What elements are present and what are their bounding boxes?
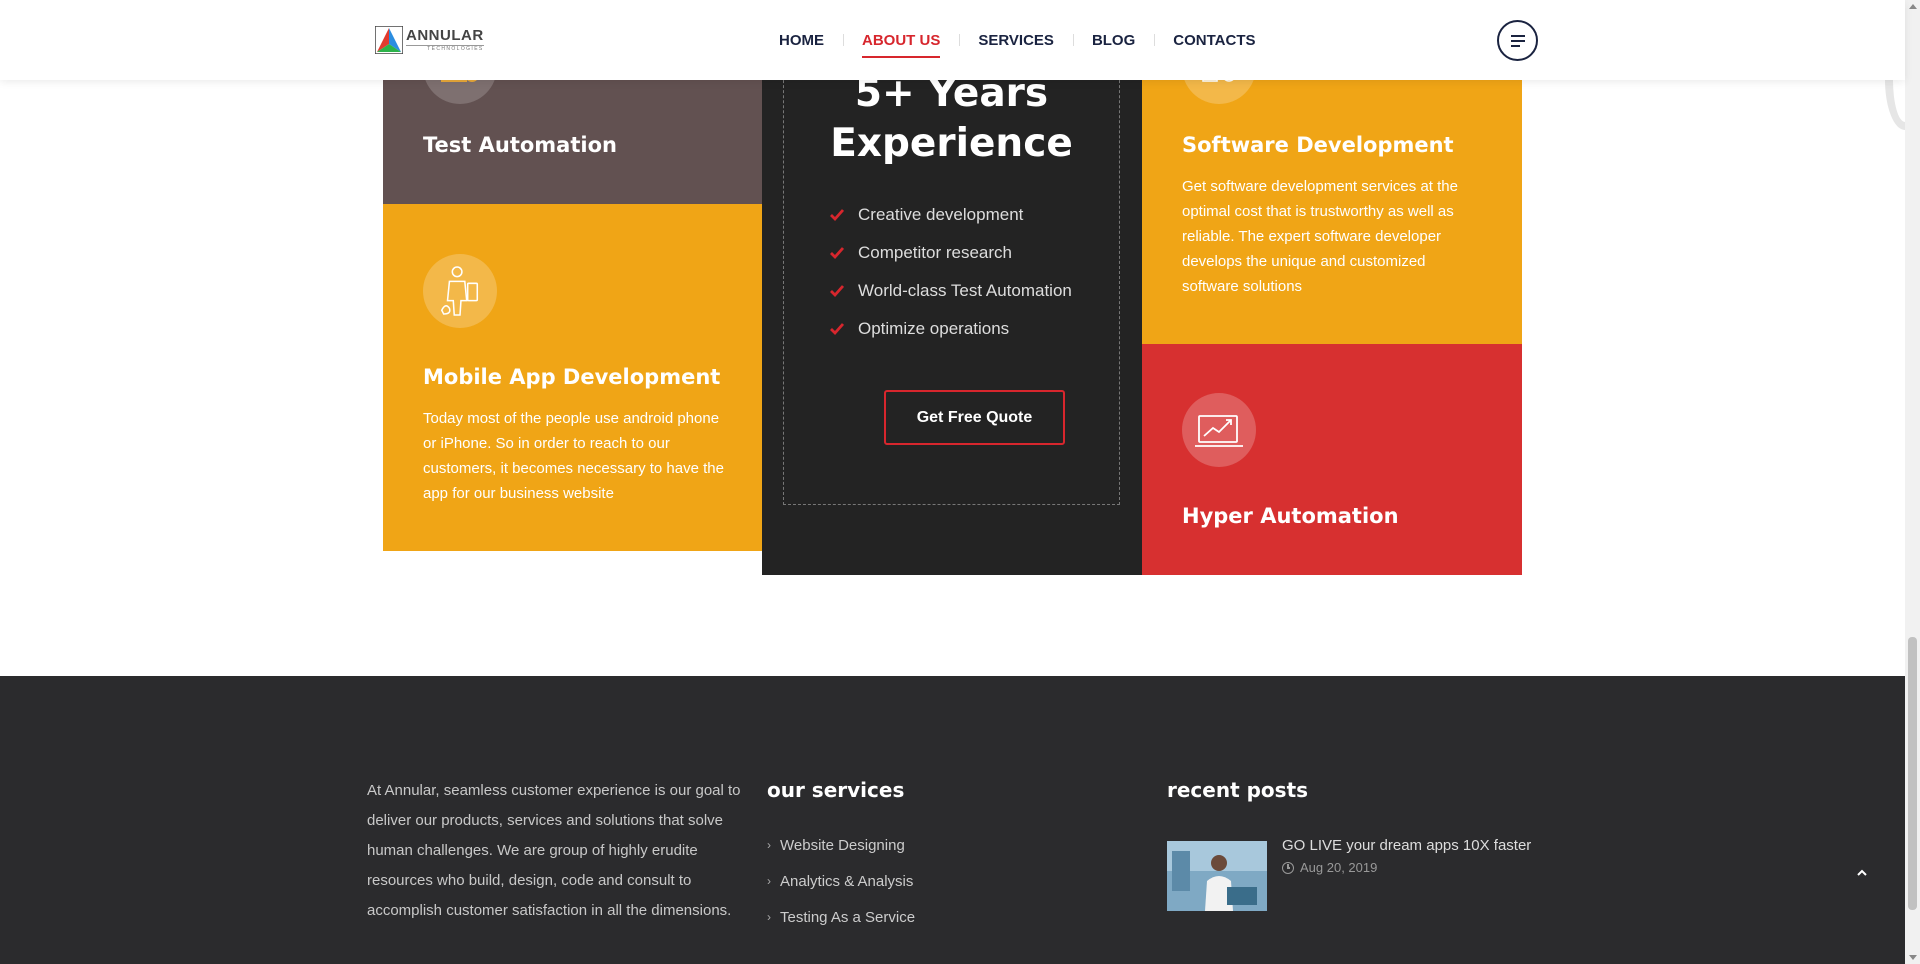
card-description: Today most of the people use android pho…: [423, 410, 724, 502]
list-item[interactable]: › Website Designing: [767, 837, 915, 873]
site-header: ANNULAR TECHNOLOGIES HOME ABOUT US SERVI…: [0, 0, 1905, 80]
footer-service-link[interactable]: Testing As a Service: [780, 909, 915, 926]
nav-about-us[interactable]: ABOUT US: [843, 0, 959, 80]
list-item: Optimize operations: [829, 310, 1072, 348]
footer-service-link[interactable]: Website Designing: [780, 837, 905, 854]
experience-panel: 5+ Years Experience Creative development…: [762, 50, 1142, 575]
list-item-label: Creative development: [858, 205, 1024, 224]
chevron-up-icon: [1857, 869, 1867, 876]
trend-chart-icon: [1182, 393, 1256, 467]
card-test-automation[interactable]: Test Automation: [383, 30, 763, 204]
footer-posts-title: recent posts: [1167, 778, 1309, 802]
logo-name: ANNULAR: [406, 26, 484, 44]
list-item-label: World-class Test Automation: [858, 281, 1072, 300]
menu-icon-line: [1510, 44, 1520, 47]
check-icon: [830, 285, 845, 298]
experience-label: Experience: [830, 121, 1073, 166]
scroll-down-arrow-icon[interactable]: [1909, 955, 1917, 960]
logo-tagline: TECHNOLOGIES: [406, 44, 484, 53]
footer-services-list: › Website Designing › Analytics & Analys…: [767, 837, 915, 945]
get-free-quote-button[interactable]: Get Free Quote: [884, 390, 1065, 445]
clock-icon: [1282, 861, 1294, 874]
footer-service-link[interactable]: Analytics & Analysis: [780, 873, 913, 890]
nav-blog[interactable]: BLOG: [1072, 0, 1154, 80]
footer-services-title: our services: [767, 778, 905, 802]
post-date-text: Aug 20, 2019: [1300, 860, 1378, 875]
menu-icon-line: [1510, 39, 1525, 42]
page-scrollbar[interactable]: [1905, 0, 1920, 964]
card-title: Mobile App Development: [423, 365, 721, 389]
nav-home[interactable]: HOME: [760, 0, 843, 80]
post-title[interactable]: GO LIVE your dream apps 10X faster: [1282, 837, 1531, 854]
logo-mark-icon: [375, 26, 403, 54]
nav-contacts[interactable]: CONTACTS: [1154, 0, 1274, 80]
card-mobile-app[interactable]: Mobile App Development Today most of the…: [383, 204, 763, 551]
check-icon: [830, 323, 845, 336]
recent-post[interactable]: GO LIVE your dream apps 10X faster Aug 2…: [1167, 837, 1531, 911]
list-item-label: Competitor research: [858, 243, 1013, 262]
menu-icon-line: [1510, 34, 1525, 37]
card-title: Software Development: [1182, 133, 1454, 157]
mobile-developer-icon: [423, 254, 497, 328]
card-software-development[interactable]: Software Development Get software develo…: [1142, 30, 1522, 344]
main-nav: HOME ABOUT US SERVICES BLOG CONTACTS: [760, 0, 1275, 80]
menu-toggle-button[interactable]: [1497, 20, 1538, 61]
list-item: Competitor research: [829, 234, 1072, 272]
chevron-right-icon: ›: [767, 910, 771, 924]
post-thumbnail[interactable]: [1167, 841, 1267, 911]
scroll-up-arrow-icon[interactable]: [1909, 4, 1917, 9]
list-item-label: Optimize operations: [858, 319, 1010, 338]
back-to-top-button[interactable]: [1852, 866, 1872, 886]
list-item: Creative development: [829, 196, 1072, 234]
experience-frame: 5+ Years Experience Creative development…: [783, 50, 1120, 505]
card-title: Hyper Automation: [1182, 504, 1399, 528]
site-footer: At Annular, seamless customer experience…: [0, 676, 1905, 964]
chevron-right-icon: ›: [767, 838, 771, 852]
list-item[interactable]: › Analytics & Analysis: [767, 873, 915, 909]
post-date: Aug 20, 2019: [1282, 860, 1531, 875]
card-title: Test Automation: [423, 133, 617, 157]
logo[interactable]: ANNULAR TECHNOLOGIES: [375, 25, 484, 55]
card-description: Get software development services at the…: [1182, 178, 1458, 295]
experience-checklist: Creative development Competitor research…: [829, 196, 1072, 348]
footer-about-text: At Annular, seamless customer experience…: [367, 782, 741, 919]
nav-services[interactable]: SERVICES: [959, 0, 1073, 80]
scrollbar-thumb[interactable]: [1908, 637, 1917, 910]
card-hyper-automation[interactable]: Hyper Automation: [1142, 344, 1522, 575]
chevron-right-icon: ›: [767, 874, 771, 888]
list-item[interactable]: › Testing As a Service: [767, 909, 915, 945]
check-icon: [830, 209, 845, 222]
check-icon: [830, 247, 845, 260]
experience-heading: 5+ Years Experience: [784, 69, 1119, 169]
list-item: World-class Test Automation: [829, 272, 1072, 310]
